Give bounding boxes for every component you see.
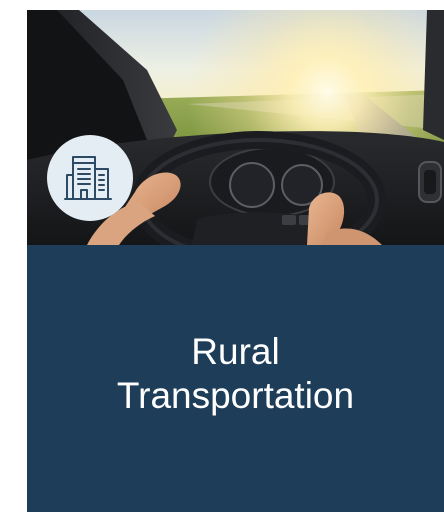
card-title-line-2: Transportation <box>116 374 355 416</box>
driving-photo <box>27 10 444 245</box>
category-icon-badge <box>47 135 133 221</box>
card-title-line-1: Rural <box>191 330 280 372</box>
card-title: Rural Transportation <box>117 330 354 418</box>
office-building-icon <box>63 151 117 205</box>
category-card[interactable]: Rural Transportation <box>27 10 444 512</box>
card-caption: Rural Transportation <box>27 245 444 512</box>
